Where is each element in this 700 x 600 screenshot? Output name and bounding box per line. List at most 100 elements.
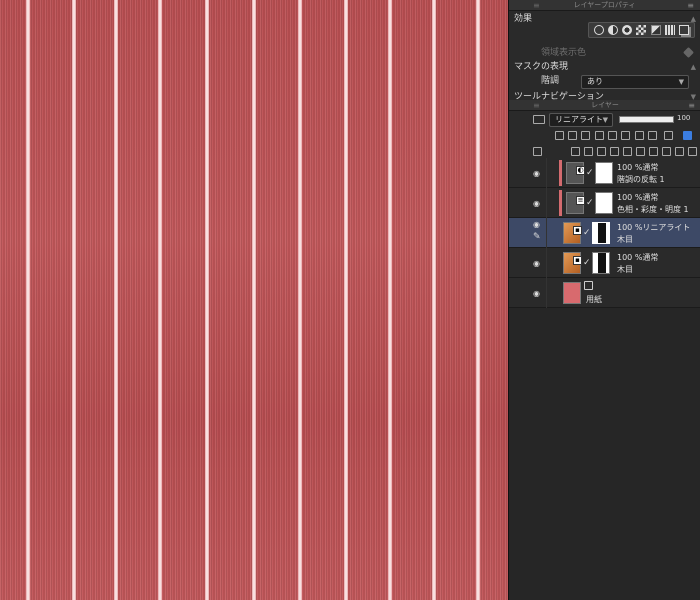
canvas[interactable] [0,0,508,600]
panel-menu-icon[interactable]: ≡ [688,100,695,111]
eye-icon[interactable]: ◉ [533,220,540,229]
layer-edit-column[interactable] [546,278,559,308]
layer-color-icon[interactable] [533,115,545,124]
mask-thumbnail[interactable] [595,192,613,214]
eye-icon[interactable]: ◉ [533,199,540,208]
layer-row-active[interactable]: ◉ ✎ ▪ ✓ 100 %リニアライト 木目 [509,218,700,248]
draft-icon[interactable] [581,131,590,140]
clip-icon[interactable] [555,131,564,140]
gradation-row: 階調 あり ▼ [509,74,700,91]
layer-name: 階調の反転 1 [617,175,665,184]
plank-gap [205,0,209,600]
mask-label: マスクの表現 [514,62,569,72]
opacity-slider[interactable] [619,116,674,123]
pen-link-icon[interactable] [664,131,673,140]
mask-link-icon[interactable]: ✓ [586,168,594,178]
eye-icon[interactable]: ◉ [533,169,540,178]
plank-gap [344,0,348,600]
effect-label: 効果 [514,14,533,24]
layer-thumbnail: ▪ [563,252,582,274]
gradation-dropdown[interactable]: あり ▼ [581,75,689,89]
transfer-down-icon[interactable] [610,147,619,156]
layer-color-swatch-icon[interactable] [683,131,692,140]
paper-thumbnail [563,282,581,304]
layer-edit-column[interactable] [546,218,559,248]
paper-layer-icon [584,281,593,290]
new-raster-layer-icon[interactable] [571,147,580,156]
layer-row-paper[interactable]: ◉ 用紙 [509,278,700,308]
collapse-arrow-icon[interactable]: ▲ [691,60,696,75]
lock-transparency-icon[interactable] [608,131,617,140]
mask-link-icon[interactable]: ✓ [586,198,594,208]
chevron-down-icon: ▼ [678,78,684,86]
ruler-icon[interactable] [635,131,644,140]
layer-row[interactable]: ◉ ▪ ✓ 100 %通常 木目 [509,248,700,278]
palette-color-icon[interactable] [648,131,657,140]
layer-toolbar-1 [509,129,700,143]
eye-icon[interactable]: ◉ [533,259,540,268]
layer-panel: ≡ レイヤー ≡ リニアライト ▼ 100 ◉ ◐ ✓ 100 %通常 階調の反… [509,100,700,308]
blend-mode-row: リニアライト ▼ 100 [509,111,700,129]
mask-row: マスクの表現 ▲ [509,60,700,74]
plank-gap [72,0,76,600]
grip-icon[interactable]: ≡ [533,100,540,111]
mask-enable-icon[interactable] [621,131,630,140]
layer-list: ◉ ◐ ✓ 100 %通常 階調の反転 1 ◉ ≡ ✓ 100 %通常 色相・彩… [509,158,700,308]
eye-icon[interactable]: ◉ [533,289,540,298]
layer-titlebar[interactable]: ≡ レイヤー ≡ [509,100,700,111]
grip-icon[interactable]: ≡ [533,0,540,11]
layer-list-icon[interactable] [533,147,542,156]
layer-row[interactable]: ◉ ≡ ✓ 100 %通常 色相・彩度・明度 1 [509,188,700,218]
apply-mask-icon[interactable] [662,147,671,156]
plank-gap [252,0,256,600]
border-circle-icon[interactable] [594,25,605,35]
layer-row[interactable]: ◉ ◐ ✓ 100 %通常 階調の反転 1 [509,158,700,188]
lock-icon[interactable] [595,131,604,140]
layer-mode-text: 100 %リニアライト [617,223,691,232]
layer-edit-column[interactable] [546,248,559,278]
plank-gap [476,0,480,600]
effect-icon-bar [588,22,695,38]
mask-link-icon[interactable]: ✓ [583,228,591,238]
trash-icon[interactable] [688,147,697,156]
new-folder-icon[interactable] [597,147,606,156]
tone-icon[interactable] [608,25,619,35]
layer-thumbnail: ◐ [566,162,585,184]
layer-name: 用紙 [586,295,602,304]
layer-edit-column[interactable] [546,158,559,188]
chevron-down-icon: ▼ [602,116,608,124]
layer-edit-column[interactable] [546,188,559,218]
copy-layer-icon[interactable] [636,147,645,156]
gradient-icon[interactable] [650,25,661,35]
clipping-indicator [559,160,562,186]
right-panel: ≡ レイヤープロパティ ≡ 効果 ▲ 領域表示色 マスクの表現 ▲ 階調 あり … [508,0,700,600]
raster-layer-icon: ▪ [573,226,582,235]
mask-icon[interactable] [649,147,658,156]
mask-thumbnail[interactable] [592,222,610,244]
grid-icon[interactable] [664,25,675,35]
pattern-icon[interactable] [622,25,633,35]
mask-thumbnail[interactable] [592,252,610,274]
layer-mode-text: 100 %通常 [617,253,659,262]
layer-name: 色相・彩度・明度 1 [617,205,689,214]
mask-link-icon[interactable]: ✓ [583,258,591,268]
layer-list-empty-area[interactable] [509,308,700,600]
merge-down-icon[interactable] [623,147,632,156]
checker-icon[interactable] [636,25,647,35]
pen-icon[interactable]: ✎ [533,232,541,242]
fill-bucket-icon[interactable] [683,47,694,58]
mask-thumbnail[interactable] [595,162,613,184]
plank-gap [432,0,436,600]
reference-icon[interactable] [568,131,577,140]
properties-title: レイヤープロパティ [573,1,636,9]
area-color-row: 領域表示色 [509,46,700,60]
clipping-indicator [559,190,562,216]
properties-titlebar[interactable]: ≡ レイヤープロパティ ≡ [509,0,700,11]
plank-gap [298,0,302,600]
panel-menu-icon[interactable]: ≡ [687,0,694,11]
delete-layer-icon[interactable] [675,147,684,156]
new-vector-layer-icon[interactable] [584,147,593,156]
area-color-label: 領域表示色 [541,48,587,58]
blend-mode-dropdown[interactable]: リニアライト ▼ [549,113,613,127]
stack-icon[interactable] [678,25,689,35]
